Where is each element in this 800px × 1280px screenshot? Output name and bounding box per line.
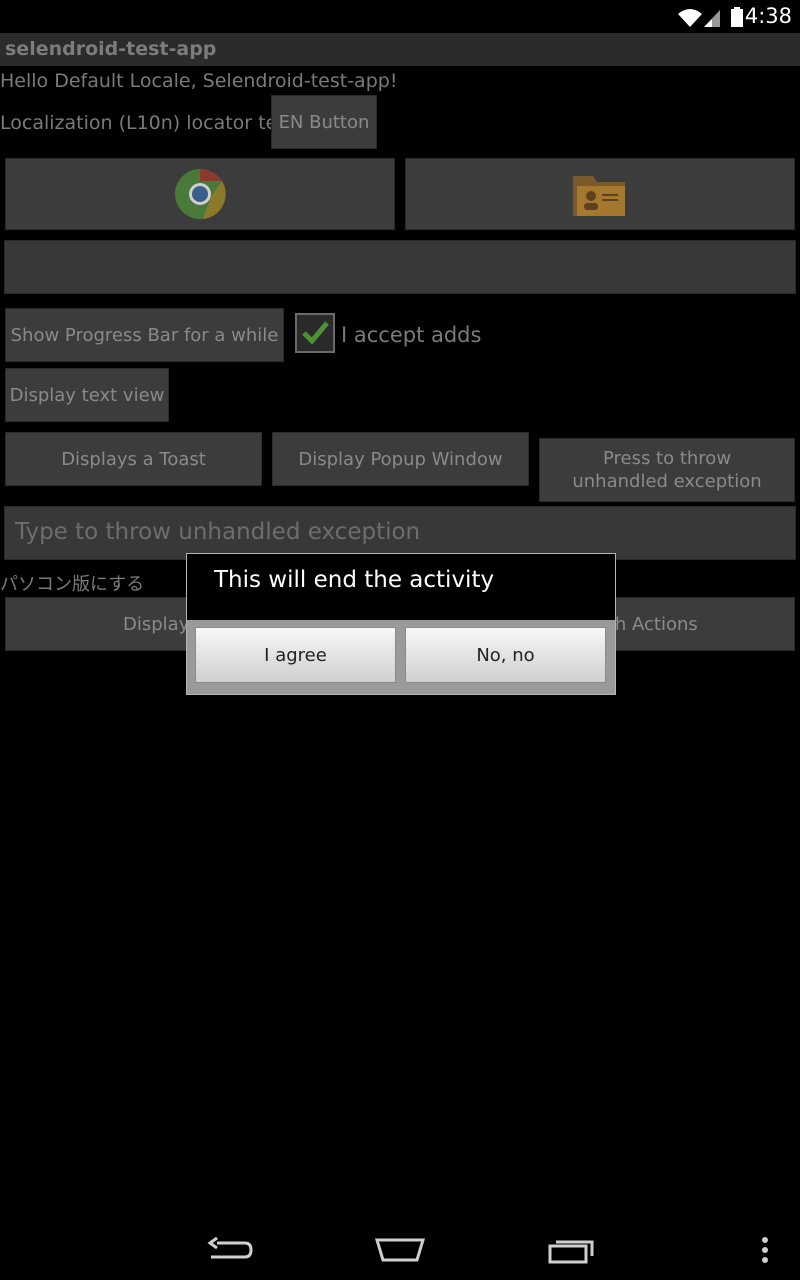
dialog-title: This will end the activity bbox=[214, 567, 495, 593]
checkmark-icon bbox=[302, 321, 329, 345]
chrome-icon bbox=[175, 168, 226, 219]
chrome-image-button[interactable] bbox=[5, 158, 395, 230]
show-progress-bar-button[interactable]: Show Progress Bar for a while bbox=[5, 308, 284, 362]
display-text-view-button[interactable]: Display text view bbox=[5, 368, 169, 422]
contacts-folder-icon bbox=[573, 176, 625, 216]
battery-icon bbox=[731, 7, 743, 27]
app-title: selendroid-test-app bbox=[5, 38, 217, 60]
no-no-button[interactable]: No, no bbox=[405, 627, 606, 683]
hello-text: Hello Default Locale, Selendroid-test-ap… bbox=[0, 70, 398, 92]
throw-exception-button[interactable]: Press to throw unhandled exception bbox=[539, 438, 795, 502]
wifi-icon bbox=[678, 9, 702, 27]
recent-apps-icon[interactable] bbox=[546, 1236, 596, 1266]
en-button[interactable]: EN Button bbox=[271, 95, 377, 149]
accept-adds-checkbox[interactable] bbox=[295, 313, 335, 353]
signal-icon bbox=[704, 10, 720, 27]
home-icon[interactable] bbox=[374, 1236, 426, 1264]
my-text-field[interactable] bbox=[4, 240, 796, 294]
accept-adds-label: I accept adds bbox=[341, 323, 482, 347]
i-agree-button[interactable]: I agree bbox=[195, 627, 396, 683]
japanese-link-text[interactable]: パソコン版にする bbox=[0, 570, 144, 596]
overflow-menu-icon[interactable] bbox=[758, 1235, 772, 1267]
l10n-label: Localization (L10n) locator test bbox=[0, 112, 295, 134]
exception-text-input[interactable]: Type to throw unhandled exception bbox=[4, 506, 796, 560]
wifi-signal-battery-icons bbox=[678, 7, 743, 27]
display-popup-window-button[interactable]: Display Popup Window bbox=[272, 432, 529, 486]
clock: 4:38 bbox=[744, 4, 792, 28]
contacts-image-button[interactable] bbox=[405, 158, 795, 230]
back-icon[interactable] bbox=[205, 1235, 255, 1265]
exception-input-placeholder: Type to throw unhandled exception bbox=[15, 519, 421, 545]
display-toast-button[interactable]: Displays a Toast bbox=[5, 432, 262, 486]
